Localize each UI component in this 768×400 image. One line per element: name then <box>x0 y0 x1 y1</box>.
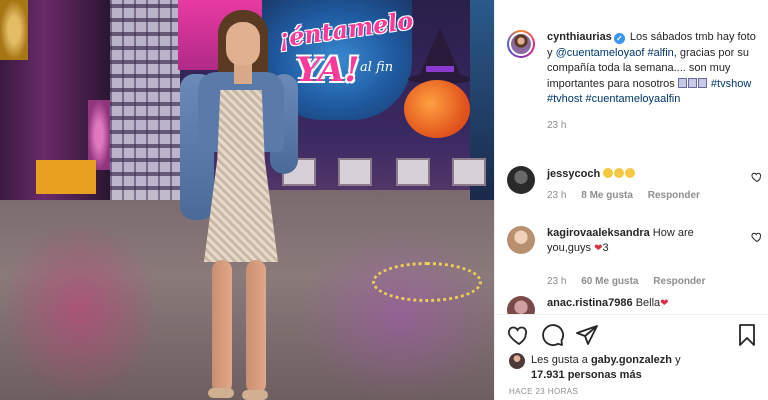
smile-emoji-icon <box>614 168 625 178</box>
comment-time[interactable]: 23 h <box>547 190 566 201</box>
comment-icon[interactable] <box>541 323 565 347</box>
post-side-panel: cynthiaurias ✓ Los sábados tmb hay foto y… <box>494 0 768 400</box>
comment-likes[interactable]: 60 Me gusta <box>581 276 638 287</box>
set-prop <box>338 158 372 186</box>
face <box>226 22 260 66</box>
comment: kagirovaaleksandra How are you,guys ❤3 2… <box>507 226 763 287</box>
verified-icon: ✓ <box>613 33 625 44</box>
commenter-username[interactable]: anac.ristina7986 <box>547 297 633 309</box>
post-photo[interactable]: ¡éntamelo YA! al fin <box>0 0 494 400</box>
comment-time[interactable]: 23 h <box>547 276 566 287</box>
bookmark-icon[interactable] <box>735 323 759 347</box>
shoe <box>242 390 268 400</box>
set-prop <box>36 160 96 194</box>
like-comment-heart-icon[interactable] <box>751 171 763 183</box>
hashtag-link[interactable]: #tvshow <box>711 78 751 90</box>
avatar-image <box>509 32 533 56</box>
hashtag-link[interactable]: #cuentameloyaalfin <box>586 93 681 105</box>
hashtag-link[interactable]: #tvhost <box>547 93 582 105</box>
comment-text-line: anac.ristina7986 Bella❤ <box>547 296 737 311</box>
likes-summary: Les gusta a gaby.gonzalezh y 17.931 pers… <box>509 353 759 383</box>
skull-decoration <box>110 0 180 200</box>
neck <box>234 64 252 84</box>
author-avatar[interactable] <box>507 30 535 58</box>
floor-projection <box>372 262 482 302</box>
caption-time[interactable]: 23 h <box>547 118 759 134</box>
comment-body: kagirovaaleksandra How are you,guys ❤3 2… <box>547 226 737 287</box>
likes-text: Les gusta a gaby.gonzalezh y 17.931 pers… <box>531 353 751 383</box>
instagram-post: ¡éntamelo YA! al fin cynthiaurias ✓ Los … <box>0 0 768 400</box>
post-actions: Les gusta a gaby.gonzalezh y 17.931 pers… <box>495 314 768 400</box>
likes-prefix: Les gusta a <box>531 354 591 366</box>
comment-text: Bella <box>635 297 661 309</box>
floor-light <box>0 220 160 400</box>
sign-text: al fin <box>360 60 394 75</box>
stage-light <box>0 0 28 60</box>
emoji-icon <box>687 77 697 88</box>
floor-light <box>300 230 494 400</box>
comment-meta: 23 h 8 Me gusta Responder <box>547 190 737 201</box>
leg <box>246 260 266 394</box>
heart-icon[interactable] <box>507 323 531 347</box>
comment-text: 3 <box>602 242 609 254</box>
reply-button[interactable]: Responder <box>653 276 705 287</box>
comment-body: jessycoch 23 h 8 Me gusta Responder <box>547 166 737 201</box>
pumpkin-decoration <box>404 80 470 138</box>
set-prop <box>452 158 486 186</box>
set-prop <box>396 158 430 186</box>
post-timestamp[interactable]: HACE 23 HORAS <box>509 387 578 396</box>
comment-text-line: kagirovaaleksandra How are you,guys ❤3 <box>547 226 737 256</box>
shoe <box>208 388 234 398</box>
smile-emoji-icon <box>603 168 614 178</box>
likes-count[interactable]: 17.931 personas más <box>531 369 642 381</box>
person <box>176 10 306 400</box>
share-icon[interactable] <box>575 323 599 347</box>
liker-avatar[interactable] <box>509 353 525 369</box>
reply-button[interactable]: Responder <box>648 190 700 201</box>
comment-meta: 23 h 60 Me gusta Responder <box>547 276 737 287</box>
caption: cynthiaurias ✓ Los sábados tmb hay foto y… <box>507 30 763 133</box>
comment: jessycoch 23 h 8 Me gusta Responder <box>507 166 763 201</box>
like-comment-heart-icon[interactable] <box>751 231 763 243</box>
mention-link[interactable]: @cuentameloyaof <box>556 47 645 59</box>
caption-text: cynthiaurias ✓ Los sábados tmb hay foto y… <box>547 30 759 133</box>
witch-hat-band <box>426 66 454 72</box>
commenter-avatar[interactable] <box>507 166 535 194</box>
liker-username[interactable]: gaby.gonzalezh <box>591 354 672 366</box>
comment-likes[interactable]: 8 Me gusta <box>581 190 633 201</box>
commenter-username[interactable]: jessycoch <box>547 168 600 180</box>
comment-text-line: jessycoch <box>547 167 737 182</box>
smile-emoji-icon <box>625 168 636 178</box>
leg <box>212 260 232 394</box>
heart-emoji-icon: ❤ <box>660 298 669 309</box>
emoji-icon <box>697 77 707 88</box>
commenter-avatar[interactable] <box>507 226 535 254</box>
hashtag-link[interactable]: #alfin <box>647 47 673 59</box>
commenter-username[interactable]: kagirovaaleksandra <box>547 227 650 239</box>
likes-middle: y <box>672 354 681 366</box>
emoji-icon <box>677 77 687 88</box>
author-username[interactable]: cynthiaurias <box>547 31 612 43</box>
